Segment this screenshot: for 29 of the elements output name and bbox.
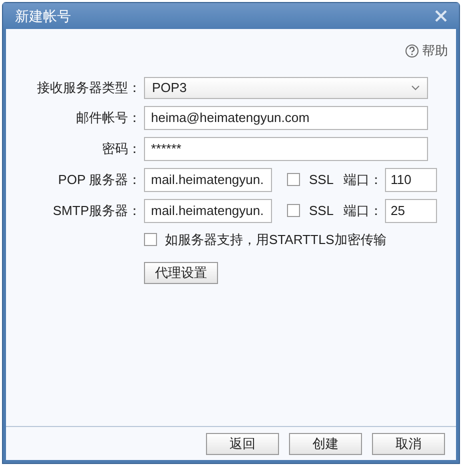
input-field[interactable]: heima@heimatengyun.com [144,106,428,130]
field-label: 接收服务器类型： [36,78,141,97]
port-field[interactable]: 110 [384,168,437,192]
dialog-button[interactable]: 创建 [289,432,362,454]
checkbox[interactable] [144,232,157,246]
checkbox[interactable] [287,204,300,217]
proxy-settings-button[interactable]: 代理设置 [144,262,218,284]
dialog-button[interactable]: 返回 [206,432,279,454]
field-label: POP 服务器： [57,170,141,189]
field-label: SMTP服务器： [52,202,141,220]
dialog-button[interactable]: 取消 [372,432,445,454]
close-icon[interactable] [435,10,447,22]
server-type-dropdown[interactable]: POP3 [144,76,428,98]
input-field[interactable]: ****** [144,136,428,160]
chevron-down-icon [411,84,420,90]
help-icon [405,44,419,58]
input-field[interactable]: mail.heimatengyun. [144,168,272,192]
ssl-label: SSL [309,170,334,189]
port-label: 端口： [344,170,383,189]
field-label: 邮件帐号： [75,108,141,127]
port-field[interactable]: 25 [384,198,437,222]
field-label: 密码： [101,140,141,158]
window-title: 新建帐号 [15,6,71,26]
ssl-label: SSL [309,202,334,220]
port-label: 端口： [344,202,383,220]
starttls-label: 如服务器支持，用STARTTLS加密传输 [165,230,386,248]
help-link[interactable]: 帮助 [405,41,448,60]
checkbox[interactable] [287,173,300,186]
input-field[interactable]: mail.heimatengyun. [144,198,272,222]
